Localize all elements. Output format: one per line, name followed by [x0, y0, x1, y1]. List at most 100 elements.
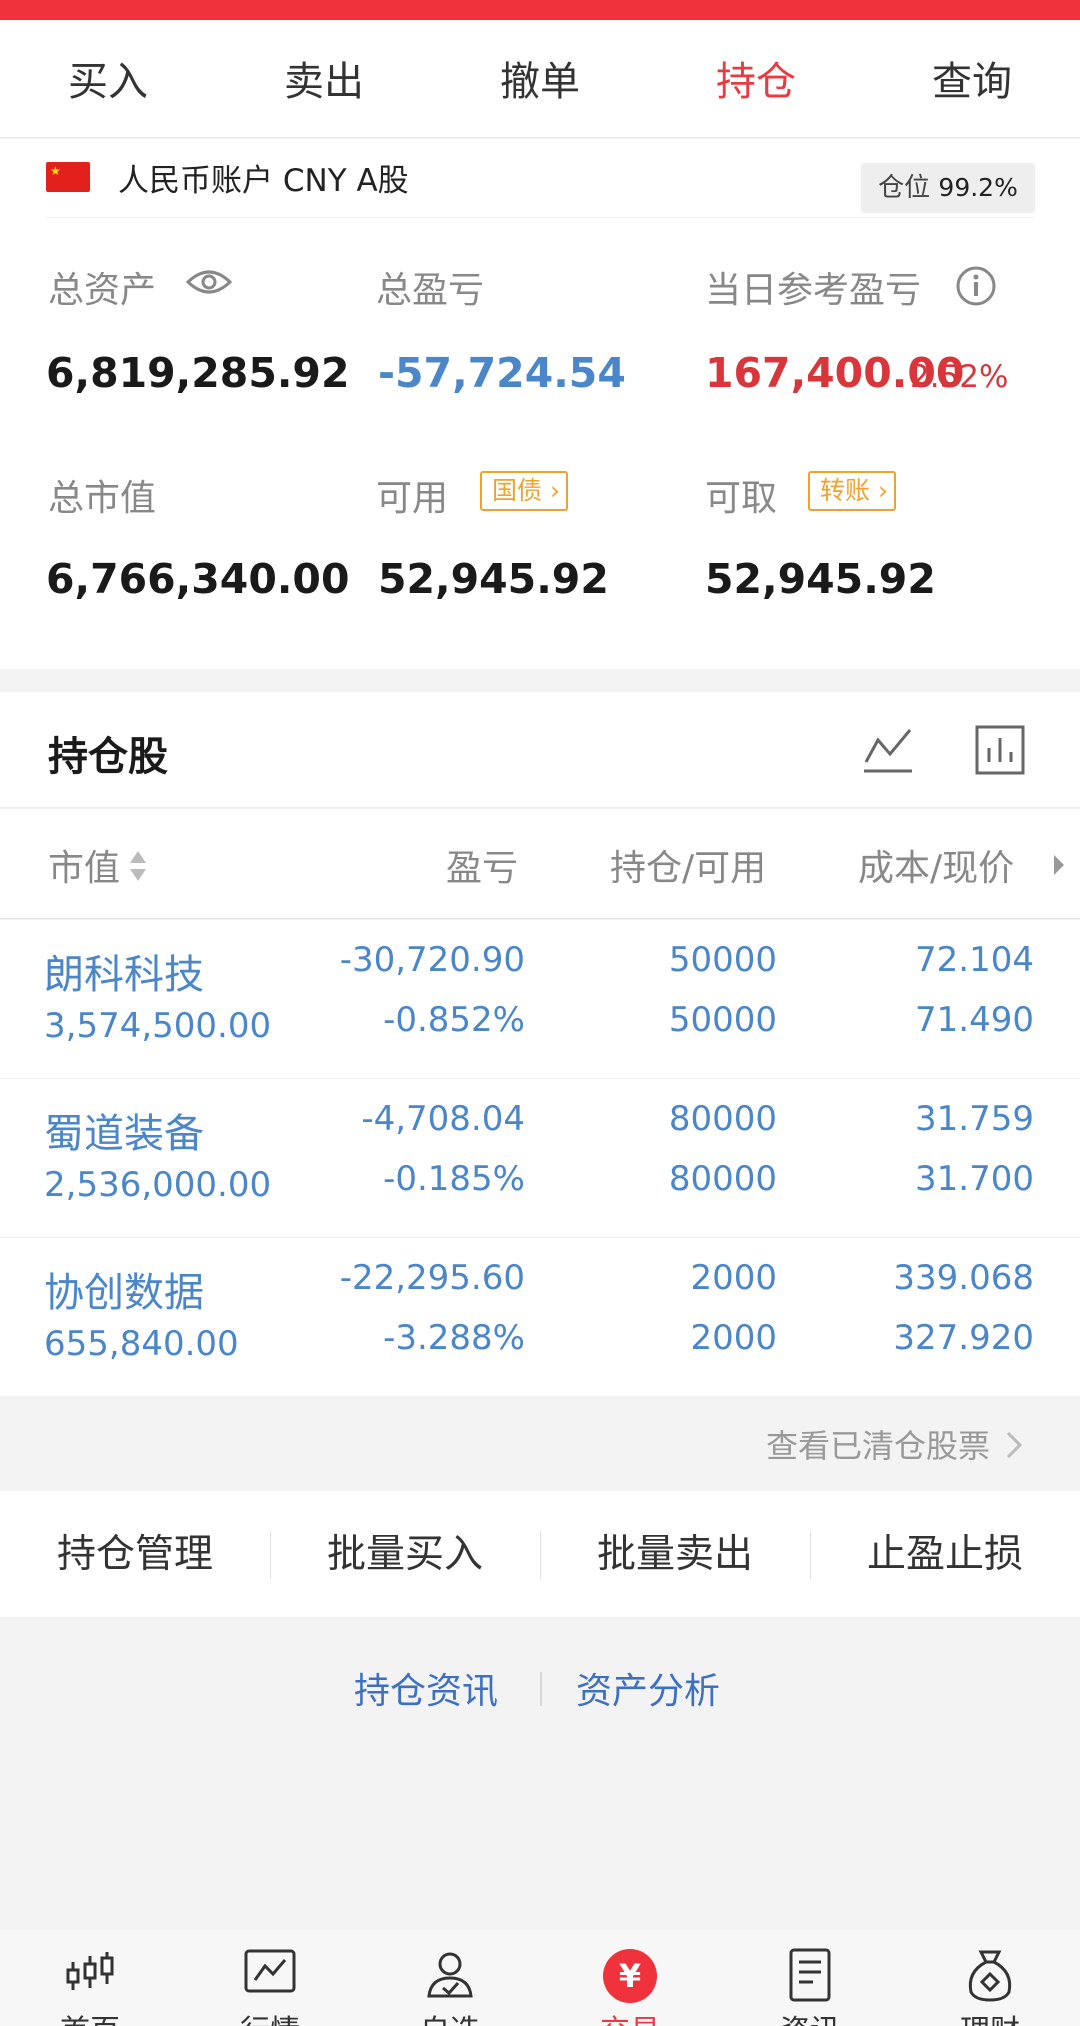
stock-position: 80000: [668, 1099, 777, 1139]
holdings-action-bar: 持仓管理 批量买入 批量卖出 止盈止损: [0, 1491, 1080, 1617]
stock-position: 50000: [668, 940, 777, 980]
stock-pnl: -22,295.60: [339, 1258, 525, 1298]
tab-query[interactable]: 查询: [864, 20, 1080, 138]
nav-news[interactable]: 资讯: [720, 1930, 900, 2026]
stock-cost: 339.068: [893, 1258, 1034, 1298]
tab-holdings[interactable]: 持仓: [648, 20, 864, 138]
transfer-tag[interactable]: 转账 ›: [808, 471, 896, 511]
info-icon[interactable]: [955, 265, 997, 307]
nav-watchlist-label: 自选: [360, 2006, 540, 2026]
stock-price: 31.700: [915, 1159, 1034, 1199]
nav-wealth-label: 理财: [900, 2006, 1080, 2026]
column-market-value[interactable]: 市值: [48, 839, 120, 891]
stock-name: 蜀道装备: [44, 1111, 204, 1157]
asset-analysis-link[interactable]: 资产分析: [576, 1662, 720, 1714]
nav-trade-label: 交易: [540, 2006, 720, 2026]
line-chart-icon[interactable]: [862, 724, 914, 776]
stock-available: 2000: [690, 1318, 777, 1358]
candlestick-icon: [66, 1952, 114, 1990]
treasury-bond-tag-label: 国债: [492, 476, 543, 505]
account-name[interactable]: 人民币账户 CNY A股: [118, 155, 409, 200]
nav-home-label: 首页: [0, 2006, 180, 2026]
nav-news-label: 资讯: [720, 2006, 900, 2026]
total-pnl-label: 总盈亏: [376, 270, 485, 311]
available-value: 52,945.92: [378, 555, 609, 603]
stock-market-value: 655,840.00: [44, 1324, 239, 1364]
eye-icon[interactable]: [186, 267, 232, 297]
withdrawable-label: 可取: [705, 478, 778, 519]
stock-name: 协创数据: [44, 1270, 204, 1316]
holdings-title: 持仓股: [48, 734, 168, 780]
divider: [540, 1672, 542, 1706]
total-assets-label: 总资产: [48, 270, 157, 311]
batch-buy-button[interactable]: 批量买入: [270, 1491, 540, 1617]
nav-watchlist[interactable]: 自选: [360, 1930, 540, 2026]
stock-price: 327.920: [893, 1318, 1034, 1358]
take-profit-stop-loss-button[interactable]: 止盈止损: [810, 1491, 1080, 1617]
total-assets-value: 6,819,285.92: [46, 349, 350, 397]
tab-sell[interactable]: 卖出: [216, 20, 432, 138]
market-value: 6,766,340.00: [46, 555, 350, 603]
column-position[interactable]: 持仓/可用: [610, 839, 766, 891]
bottom-nav: 首页 行情 自选 交易 资: [0, 1930, 1080, 2026]
trade-tabs: 买入 卖出 撤单 持仓 查询: [0, 20, 1080, 156]
treasury-bond-tag[interactable]: 国债 ›: [480, 471, 568, 511]
cleared-stocks-row[interactable]: 查看已清仓股票: [0, 1397, 1080, 1491]
nav-market-label: 行情: [180, 2006, 360, 2026]
day-pnl-percent: 2.52%: [910, 359, 1009, 395]
stock-market-value: 3,574,500.00: [44, 1006, 272, 1046]
stock-market-value: 2,536,000.00: [44, 1165, 272, 1205]
yen-icon[interactable]: ¥: [603, 1949, 657, 2003]
chevron-right-icon: [1006, 1431, 1023, 1459]
column-cost-price[interactable]: 成本/现价: [858, 839, 1014, 891]
holdings-header: 持仓股: [0, 692, 1080, 808]
stock-price: 71.490: [915, 1000, 1034, 1040]
batch-sell-button[interactable]: 批量卖出: [540, 1491, 810, 1617]
divider: [46, 217, 1034, 218]
column-pnl[interactable]: 盈亏: [446, 839, 518, 891]
holding-row[interactable]: 协创数据 655,840.00 -22,295.60 -3.288% 2000 …: [0, 1238, 1080, 1396]
cleared-stocks-link[interactable]: 查看已清仓股票: [766, 1421, 990, 1467]
stock-cost: 72.104: [915, 940, 1034, 980]
status-bar: [0, 0, 1080, 20]
account-summary: ★ 人民币账户 CNY A股 仓位 99.2% 总资产 总盈亏 当日参考盈亏 6…: [0, 139, 1080, 669]
sort-icon[interactable]: [128, 849, 148, 883]
stock-pnl: -4,708.04: [361, 1099, 525, 1139]
position-management-button[interactable]: 持仓管理: [0, 1491, 270, 1617]
market-value-label: 总市值: [48, 478, 157, 519]
holding-row[interactable]: 朗科科技 3,574,500.00 -30,720.90 -0.852% 500…: [0, 920, 1080, 1079]
holding-row[interactable]: 蜀道装备 2,536,000.00 -4,708.04 -0.185% 8000…: [0, 1079, 1080, 1238]
stock-pnl-percent: -3.288%: [383, 1318, 525, 1358]
withdrawable-value: 52,945.92: [705, 555, 936, 603]
position-value: 99.2%: [938, 173, 1018, 202]
bar-chart-icon[interactable]: [974, 724, 1026, 776]
nav-market[interactable]: 行情: [180, 1930, 360, 2026]
position-label: 仓位: [878, 173, 931, 203]
tab-cancel-order[interactable]: 撤单: [432, 20, 648, 138]
holdings-news-link[interactable]: 持仓资讯: [354, 1662, 498, 1714]
stock-pnl-percent: -0.185%: [383, 1159, 525, 1199]
nav-wealth[interactable]: 理财: [900, 1930, 1080, 2026]
stock-pnl-percent: -0.852%: [383, 1000, 525, 1040]
china-flag-icon: ★: [46, 162, 90, 192]
holdings-column-header: 市值 盈亏 持仓/可用 成本/现价: [0, 809, 1080, 919]
stock-cost: 31.759: [915, 1099, 1034, 1139]
stock-position: 2000: [690, 1258, 777, 1298]
market-chart-icon: [244, 1949, 296, 1993]
transfer-tag-label: 转账: [820, 476, 871, 505]
money-bag-icon: [968, 1950, 1012, 2002]
trading-page: 买入 卖出 撤单 持仓 查询 ★ 人民币账户 CNY A股 仓位 99.2% 总…: [0, 0, 1080, 2026]
day-pnl-label: 当日参考盈亏: [705, 270, 922, 311]
position-ratio-badge: 仓位 99.2%: [861, 163, 1035, 213]
nav-home[interactable]: 首页: [0, 1930, 180, 2026]
document-icon: [789, 1948, 831, 2002]
stock-available: 50000: [668, 1000, 777, 1040]
total-pnl-value: -57,724.54: [378, 349, 626, 397]
tab-buy[interactable]: 买入: [0, 20, 216, 138]
stock-available: 80000: [668, 1159, 777, 1199]
more-columns-arrow-icon[interactable]: [1052, 853, 1066, 877]
stock-pnl: -30,720.90: [339, 940, 525, 980]
info-links: 持仓资讯 资产分析: [0, 1650, 1080, 1730]
holdings-list: 朗科科技 3,574,500.00 -30,720.90 -0.852% 500…: [0, 920, 1080, 1396]
available-label: 可用: [376, 478, 449, 519]
